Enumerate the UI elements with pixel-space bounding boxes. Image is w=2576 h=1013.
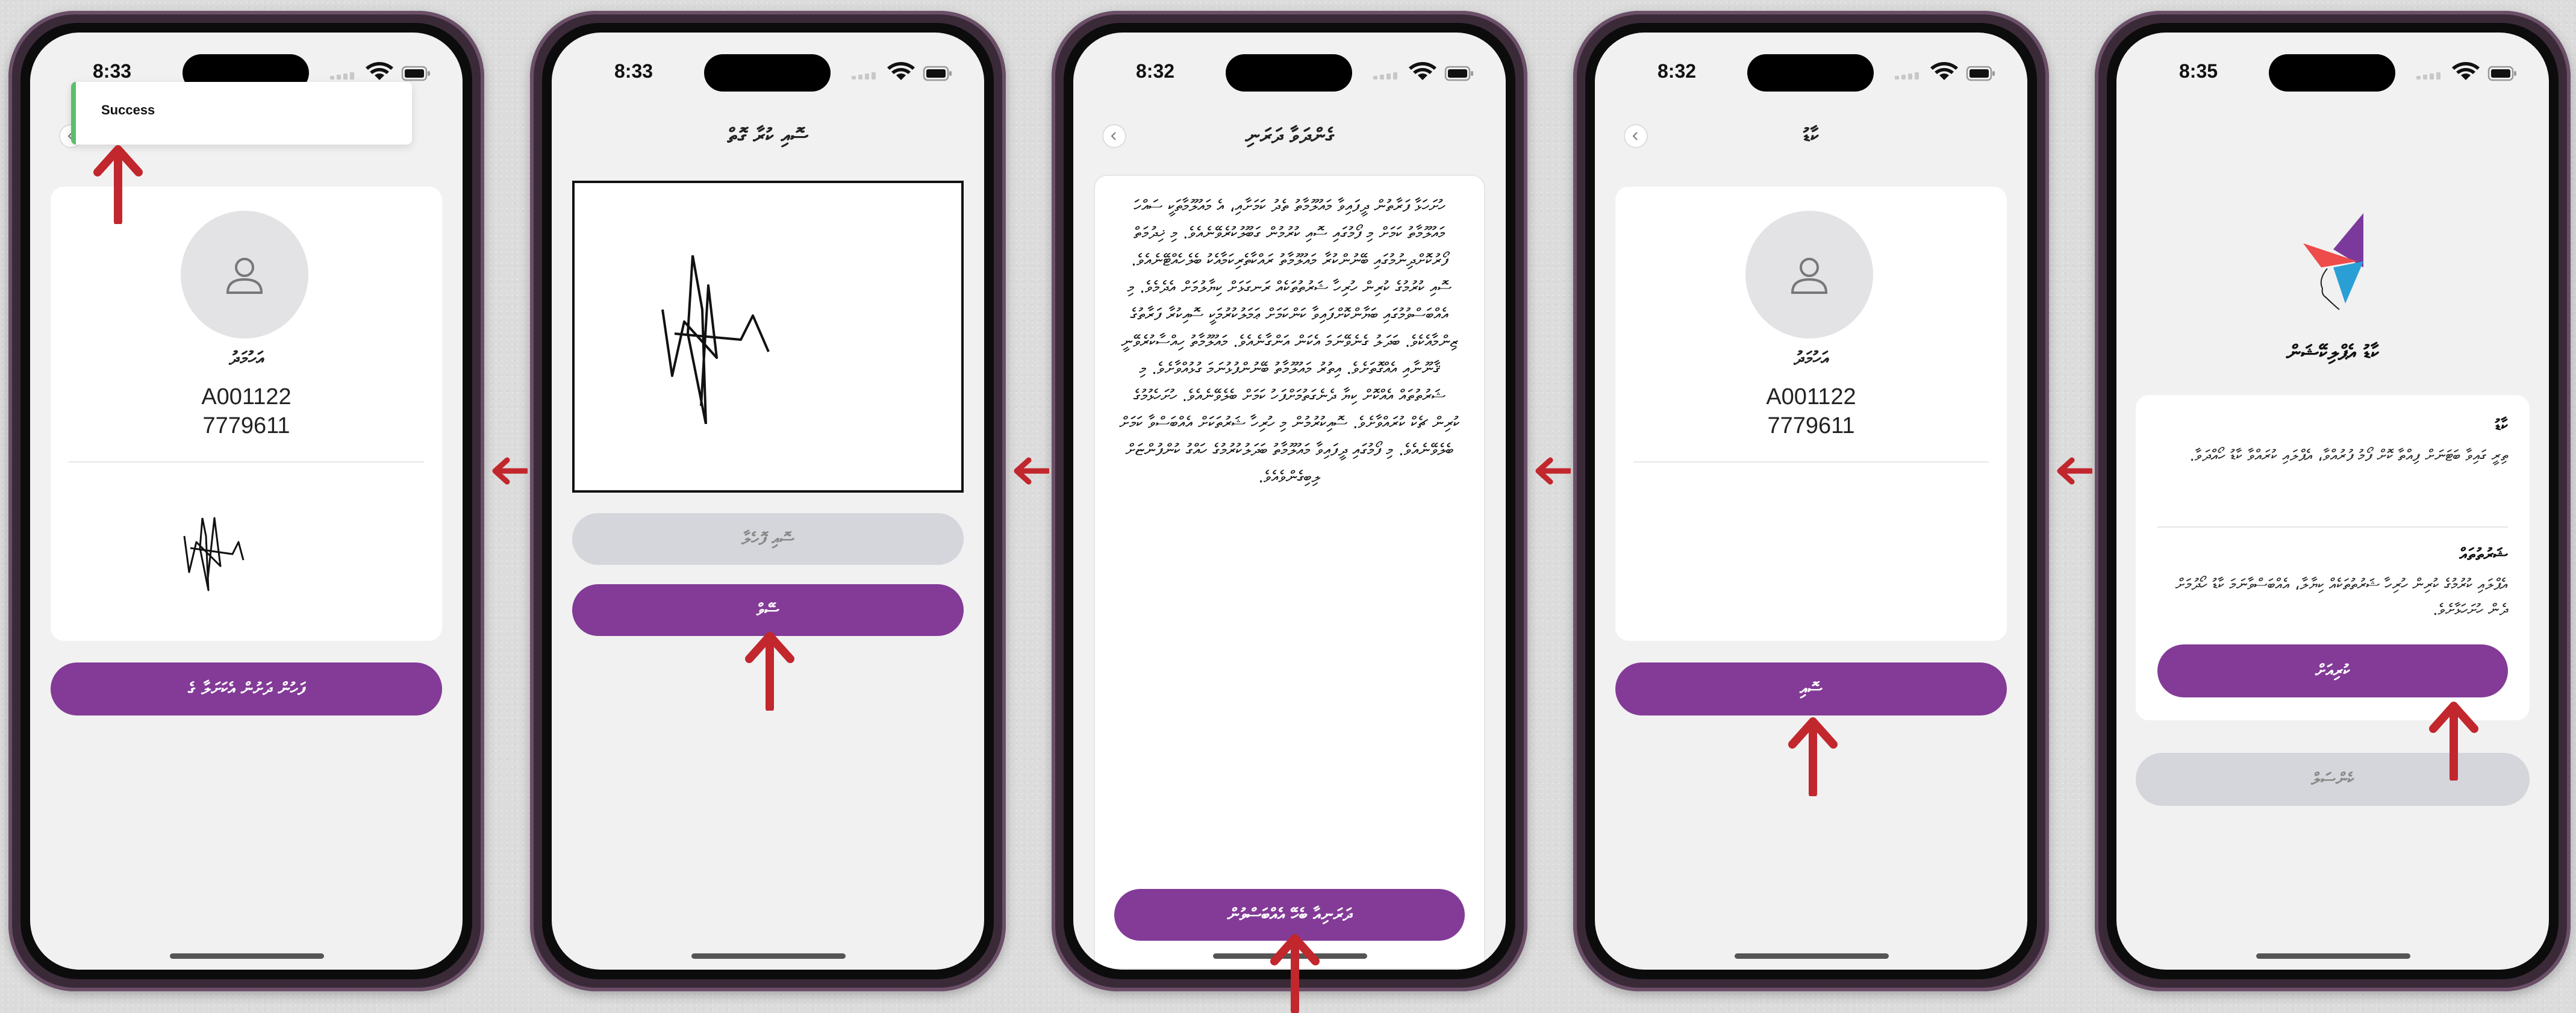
tap-arrow-up-icon — [745, 632, 794, 711]
profile-id: A001122 — [201, 384, 292, 410]
wifi-icon — [2452, 62, 2480, 80]
dynamic-island — [704, 54, 831, 92]
tap-arrow-up-icon — [1270, 934, 1320, 1013]
back-button[interactable] — [1624, 124, 1648, 148]
terms-card: ހުށަހަޅާ ފަރާތުން ދީފައިވާ މައުލޫމާތު ތެ… — [1094, 175, 1485, 970]
phone-frame-1: 8:33 Success އަހުމަދު A001122 7779611 ފަ… — [8, 11, 484, 991]
tap-arrow-up-icon — [1788, 717, 1838, 796]
signature-drawing — [661, 255, 770, 424]
status-time: 8:32 — [1136, 60, 1175, 82]
status-time: 8:35 — [2179, 60, 2218, 82]
home-indicator — [170, 953, 324, 959]
app-title: ކާޑު އެޕްލިކޭޝަން — [2286, 341, 2380, 365]
status-icons — [1895, 62, 1995, 81]
wifi-icon — [1409, 62, 1436, 80]
sign-button[interactable]: ސޮއި — [1615, 662, 2007, 715]
tap-arrow-up-icon — [93, 145, 143, 224]
cellular-signal-icon — [852, 72, 876, 79]
chevron-left-icon — [1632, 132, 1638, 140]
phone-frame-4: 8:32 ކާޑު އަހުމަދު A001122 7779611 ސޮއި — [1573, 11, 2049, 991]
profile-phone: 7779611 — [1767, 413, 1855, 438]
home-indicator — [1735, 953, 1889, 959]
divider — [1633, 461, 1989, 463]
back-button[interactable] — [1102, 124, 1126, 148]
cellular-signal-icon — [1373, 72, 1397, 79]
terms-paragraph: ހުށަހަޅާ ފަރާތުން ދީފައިވާ މައުލޫމާތު ތެ… — [1119, 197, 1460, 487]
battery-icon — [923, 66, 952, 81]
flow-arrow-left-icon — [492, 457, 528, 485]
status-time: 8:33 — [614, 60, 653, 82]
page-title: ސޮއި ކުރާ ގޮތް — [727, 124, 809, 148]
wifi-icon — [887, 62, 915, 80]
profile-name: އަހުމަދު — [1794, 348, 1829, 369]
section2-heading: ޝަރުތުތައް — [2459, 544, 2508, 564]
home-indicator — [2256, 953, 2410, 959]
battery-icon — [1444, 66, 1473, 81]
signature-canvas[interactable] — [572, 181, 964, 493]
status-icons — [2416, 62, 2516, 81]
person-icon — [1791, 258, 1828, 294]
tap-arrow-up-icon — [2429, 702, 2478, 781]
screen-card: 8:32 ކާޑު އަހުމަދު A001122 7779611 ސޮއި — [1595, 33, 2027, 970]
status-icons — [1373, 62, 1473, 81]
dynamic-island — [1226, 54, 1352, 92]
cellular-signal-icon — [330, 72, 354, 79]
person-icon — [226, 258, 263, 294]
app-logo-icon — [2303, 213, 2363, 310]
flow-arrow-left-icon — [1014, 457, 1049, 485]
section2-body: އެޕްލައި ކުރުމުގެ ކުރިން ހުރިހާ ޝަރުތުތަ… — [2175, 576, 2508, 619]
wifi-icon — [1930, 62, 1958, 80]
primary-button[interactable]: ފަހުން ދަށުން އެކަށަލާ ގެ — [51, 662, 442, 715]
section1-heading: ކާޑު — [2495, 416, 2508, 435]
screen-terms: 8:32 ގެންދަވާ ދަރަނި ހުށަހަޅާ ފަރާތުން ދ… — [1073, 33, 1506, 970]
phone-frame-2: 8:33 ސޮއި ކުރާ ގޮތް ސޮއި ފޮހެލާ ސޭވް — [530, 11, 1006, 991]
phone-frame-3: 8:32 ގެންދަވާ ދަރަނި ހުށަހަޅާ ފަރާތުން ދ… — [1052, 11, 1527, 991]
toast-text: Success — [101, 102, 155, 117]
wifi-icon — [366, 62, 393, 80]
divider — [69, 461, 424, 463]
flow-arrow-left-icon — [2057, 457, 2092, 485]
home-indicator — [691, 953, 846, 959]
phone-frame-5: 8:35 ކާޑު އެޕްލިކޭޝަން ކާޑު ތިރީ ގައިވާ … — [2095, 11, 2571, 991]
screen-card-application: 8:35 ކާޑު އެޕްލިކޭޝަން ކާޑު ތިރީ ގައިވާ … — [2116, 33, 2549, 970]
success-toast: Success — [71, 82, 412, 145]
flow-arrow-left-icon — [1535, 457, 1571, 485]
profile-phone: 7779611 — [202, 413, 290, 438]
next-button[interactable]: ކުރިއަށް — [2157, 644, 2508, 697]
section-divider — [2157, 526, 2508, 528]
dynamic-island — [2269, 54, 2395, 92]
page-title: ގެންދަވާ ދަރަނި — [1245, 124, 1334, 148]
section1-body: ތިރީ ގައިވާ ބަޓަނަށް ފިއްތާ ކޮށް ފޯމު ފު… — [2189, 447, 2508, 465]
cellular-signal-icon — [1895, 72, 1919, 79]
profile-id: A001122 — [1766, 384, 1856, 410]
chevron-left-icon — [1111, 132, 1116, 140]
clear-signature-button[interactable]: ސޮއި ފޮހެލާ — [572, 513, 964, 565]
avatar — [181, 211, 308, 338]
avatar — [1745, 211, 1873, 338]
dynamic-island — [1747, 54, 1874, 92]
cellular-signal-icon — [2416, 72, 2440, 79]
profile-name: އަހުމަދު — [229, 348, 264, 369]
info-card: ކާޑު ތިރީ ގައިވާ ބަޓަނަށް ފިއްތާ ކޮށް ފޯ… — [2136, 395, 2530, 720]
status-time: 8:32 — [1658, 60, 1697, 82]
status-icons — [852, 62, 952, 81]
screen-signature: 8:33 ސޮއި ކުރާ ގޮތް ސޮއި ފޮހެލާ ސޭވް — [552, 33, 984, 970]
profile-card: އަހުމަދު A001122 7779611 — [1615, 187, 2007, 641]
page-title: ކާޑު — [1803, 124, 1819, 148]
battery-icon — [2487, 66, 2516, 81]
battery-icon — [1966, 66, 1995, 81]
profile-card: އަހުމަދު A001122 7779611 — [51, 187, 442, 641]
battery-icon — [401, 66, 430, 81]
status-time: 8:33 — [93, 60, 132, 82]
signature-image — [183, 517, 245, 591]
